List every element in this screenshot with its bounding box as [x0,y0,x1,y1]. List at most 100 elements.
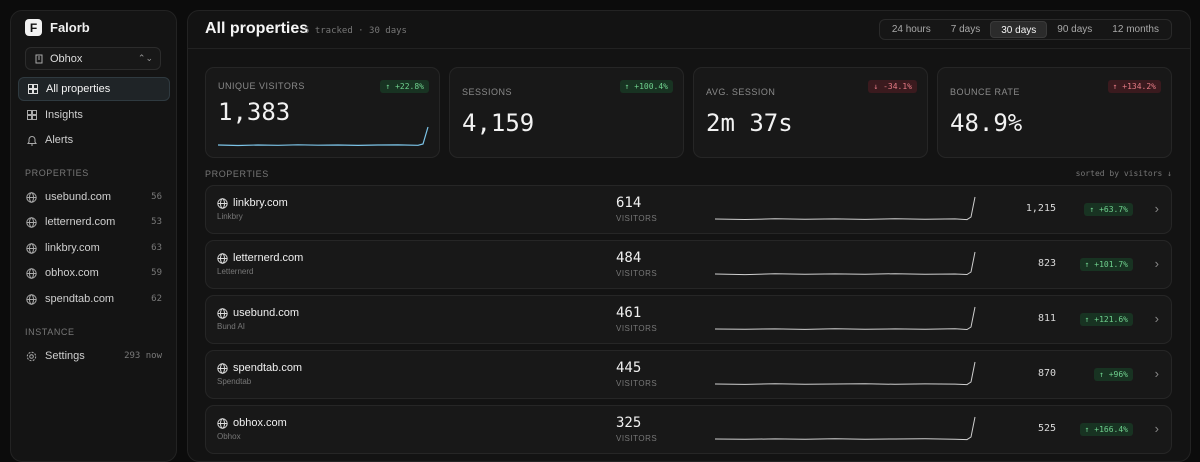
nav-settings[interactable]: Settings 293 now [18,344,170,368]
chevron-right-icon[interactable]: › [1155,201,1159,216]
stat-value: 4,159 [462,109,535,137]
property-change-badge: ↑ +101.7% [1079,258,1133,271]
nav-insights[interactable]: Insights [18,103,170,127]
nav-label: Settings [45,350,85,362]
property-domain: letternerd.com [233,252,304,264]
sidebar-item-usebund[interactable]: usebund.com 56 [18,185,170,209]
property-domain: obhox.com [233,417,287,429]
sidebar-item-label: usebund.com [45,191,112,203]
chevron-right-icon[interactable]: › [1155,256,1159,271]
sidebar-item-label: letternerd.com [45,216,116,228]
stat-label: BOUNCE RATE [950,87,1020,97]
property-total: 823 [1037,258,1056,269]
property-subtitle: Obhox [217,432,241,441]
properties-section-label: PROPERTIES [25,168,89,178]
property-total: 811 [1037,313,1056,324]
property-row[interactable]: obhox.com Obhox 325 VISITORS 525 ↑ +166.… [205,405,1172,454]
property-change-badge: ↑ +121.6% [1079,313,1133,326]
nav-label: All properties [46,83,111,95]
sidebar-item-count: 59 [151,268,162,278]
page-meta: 5 tracked · 30 days [304,26,407,36]
sidebar-item-count: 63 [151,243,162,253]
nav-all-properties[interactable]: All properties [18,77,170,101]
property-visitors: 445 [616,360,642,376]
stat-label: AVG. SESSION [706,87,776,97]
nav-alerts[interactable]: Alerts [18,128,170,152]
main-panel: All properties 5 tracked · 30 days 24 ho… [187,10,1191,462]
globe-icon [217,252,228,264]
stat-card-avg-session[interactable]: AVG. SESSION ↓ -34.1% 2m 37s [693,67,928,158]
gear-icon [26,351,37,362]
property-row[interactable]: usebund.com Bund AI 461 VISITORS 811 ↑ +… [205,295,1172,344]
sidebar-item-letternerd[interactable]: letternerd.com 53 [18,210,170,234]
globe-icon [217,362,228,374]
property-visitors: 614 [616,195,642,211]
sidebar: F Falorb Obhox ⌃⌄ All properties Insight… [10,10,177,462]
property-sparkline [715,251,976,276]
property-visitors: 461 [616,305,642,321]
range-90-days[interactable]: 90 days [1047,21,1102,38]
globe-icon [217,417,228,429]
chevron-updown-icon: ⌃⌄ [137,53,153,63]
property-name-wrap: obhox.com [217,417,287,429]
sidebar-item-count: 56 [151,192,162,202]
property-domain: spendtab.com [233,362,303,374]
globe-icon [26,191,37,203]
workspace-name: Obhox [50,52,83,65]
brand[interactable]: F Falorb [25,19,90,36]
property-sparkline [715,196,976,221]
stat-card-bounce-rate[interactable]: BOUNCE RATE ↑ +134.2% 48.9% [937,67,1172,158]
bell-icon [26,135,37,146]
property-change-badge: ↑ +63.7% [1084,203,1133,216]
property-sparkline [715,361,976,386]
sidebar-item-spendtab[interactable]: spendtab.com 62 [18,287,170,311]
property-total: 1,215 [1025,203,1056,214]
visitors-sparkline [218,126,429,147]
topbar: All properties 5 tracked · 30 days 24 ho… [188,11,1190,49]
property-name-wrap: usebund.com [217,307,299,319]
property-domain: linkbry.com [233,197,288,209]
sidebar-item-linkbry[interactable]: linkbry.com 63 [18,236,170,260]
property-domain: usebund.com [233,307,300,319]
property-row[interactable]: linkbry.com Linkbry 614 VISITORS 1,215 ↑… [205,185,1172,234]
properties-heading: PROPERTIES [205,169,269,179]
property-subtitle: Spendtab [217,377,252,386]
property-visitors: 484 [616,250,642,266]
stat-change-badge: ↑ +134.2% [1107,80,1161,93]
property-name-wrap: linkbry.com [217,197,288,209]
range-12-months[interactable]: 12 months [1102,21,1169,38]
range-7-days[interactable]: 7 days [941,21,990,38]
nav-label: Insights [45,109,83,121]
sidebar-item-label: linkbry.com [45,242,100,254]
property-sparkline [715,306,976,331]
page-title: All properties [205,20,309,37]
property-row[interactable]: letternerd.com Letternerd 484 VISITORS 8… [205,240,1172,289]
globe-icon [217,307,228,319]
visitors-label: VISITORS [616,269,658,278]
range-30-days[interactable]: 30 days [990,21,1048,38]
sidebar-item-obhox[interactable]: obhox.com 59 [18,261,170,285]
visitors-label: VISITORS [616,324,658,333]
range-24-hours[interactable]: 24 hours [882,21,941,38]
property-row[interactable]: spendtab.com Spendtab 445 VISITORS 870 ↑… [205,350,1172,399]
globe-icon [26,293,37,305]
building-icon [33,53,44,64]
chevron-right-icon[interactable]: › [1155,366,1159,381]
sidebar-item-count: 53 [151,217,162,227]
stat-value: 2m 37s [706,109,793,137]
chevron-right-icon[interactable]: › [1155,421,1159,436]
visitors-label: VISITORS [616,379,658,388]
sort-indicator[interactable]: sorted by visitors ↓ [1076,169,1172,178]
visitors-label: VISITORS [616,214,658,223]
sidebar-item-label: obhox.com [45,267,99,279]
globe-icon [217,197,228,209]
stat-card-unique-visitors[interactable]: UNIQUE VISITORS ↑ +22.8% 1,383 [205,67,440,158]
stat-change-badge: ↑ +22.8% [380,80,429,93]
stat-card-sessions[interactable]: SESSIONS ↑ +100.4% 4,159 [449,67,684,158]
date-range-selector: 24 hours 7 days 30 days 90 days 12 month… [878,19,1172,40]
globe-icon [26,242,37,254]
workspace-switcher[interactable]: Obhox ⌃⌄ [25,47,161,70]
property-subtitle: Bund AI [217,322,246,331]
chevron-right-icon[interactable]: › [1155,311,1159,326]
visitors-label: VISITORS [616,434,658,443]
